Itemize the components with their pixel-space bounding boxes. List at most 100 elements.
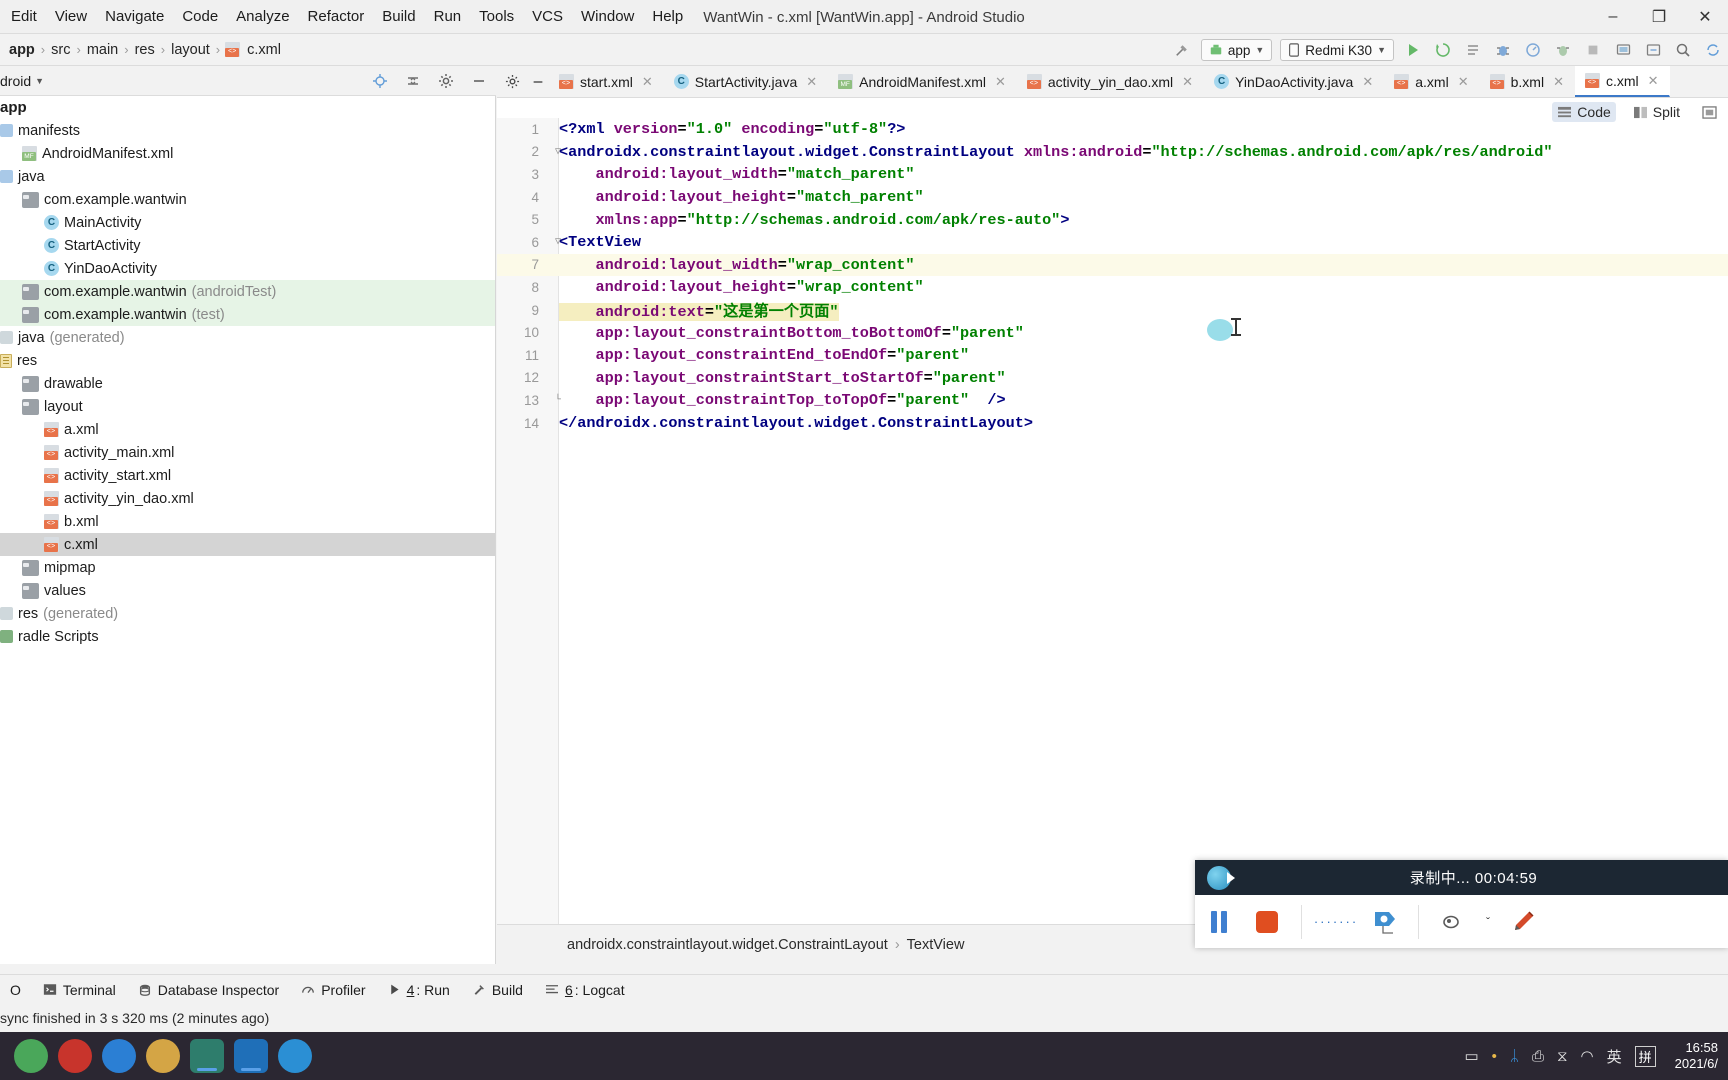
battery-icon[interactable]: ▭	[1464, 1047, 1478, 1065]
stop-button[interactable]	[1243, 895, 1291, 948]
debug-icon[interactable]	[1492, 38, 1514, 62]
breadcrumb-item-layout[interactable]: layout	[166, 42, 215, 58]
maximize-button[interactable]: ❐	[1636, 0, 1682, 34]
profile-icon[interactable]	[1522, 38, 1544, 62]
tree-node-com-example-wantwin[interactable]: com.example.wantwin (test)	[0, 303, 495, 326]
menu-code[interactable]: Code	[173, 5, 227, 28]
tree-node-app[interactable]: app	[0, 96, 495, 119]
tree-node-startactivity[interactable]: C StartActivity	[0, 234, 495, 257]
breadcrumb-item-app[interactable]: app	[4, 42, 40, 58]
avd-manager-icon[interactable]	[1612, 38, 1634, 62]
run-icon[interactable]	[1402, 38, 1424, 62]
editor-breadcrumb-item[interactable]: TextView	[907, 937, 965, 953]
tree-node-radle-scripts[interactable]: radle Scripts	[0, 625, 495, 648]
tree-node-java[interactable]: java	[0, 165, 495, 188]
device-selector[interactable]: Redmi K30 ▼	[1280, 39, 1394, 61]
settings-gear-icon[interactable]	[435, 69, 457, 93]
tool-window-profiler[interactable]: Profiler	[291, 979, 375, 1001]
menu-refactor[interactable]: Refactor	[299, 5, 374, 28]
view-mode-code[interactable]: Code	[1552, 102, 1616, 122]
meeting-app-icon[interactable]	[234, 1039, 268, 1073]
minimize-button[interactable]: –	[1590, 0, 1636, 34]
editor-tab-a-xml[interactable]: a.xml ✕	[1384, 66, 1479, 97]
tree-node-layout[interactable]: layout	[0, 395, 495, 418]
media-app-icon[interactable]	[58, 1039, 92, 1073]
collapse-all-icon[interactable]	[402, 69, 424, 93]
marker-button[interactable]	[1360, 895, 1408, 948]
code-fold-icon[interactable]: └	[552, 395, 564, 406]
breadcrumb-item-main[interactable]: main	[82, 42, 123, 58]
close-tab-icon[interactable]: ✕	[1182, 74, 1193, 90]
tree-node-c-xml[interactable]: c.xml	[0, 533, 495, 556]
editor-tab-activity-yin-dao-xml[interactable]: activity_yin_dao.xml ✕	[1017, 66, 1204, 97]
menu-analyze[interactable]: Analyze	[227, 5, 298, 28]
tool-window-logcat[interactable]: 6: Logcat	[535, 979, 635, 1001]
code-line[interactable]: 7 android:layout_width="wrap_content"	[497, 253, 1728, 277]
close-tab-icon[interactable]: ✕	[1362, 74, 1373, 90]
breadcrumb-item-res[interactable]: res	[130, 42, 160, 58]
editor-tab-startactivity-java[interactable]: C StartActivity.java ✕	[664, 66, 828, 97]
close-tab-icon[interactable]: ✕	[1458, 74, 1469, 90]
menu-build[interactable]: Build	[373, 5, 424, 28]
hammer-icon[interactable]	[1171, 38, 1193, 62]
search-everywhere-icon[interactable]	[1672, 38, 1694, 62]
taskbar-clock[interactable]: 16:58 2021/6/	[1669, 1040, 1718, 1072]
editor-breadcrumb-item[interactable]: androidx.constraintlayout.widget.Constra…	[567, 937, 888, 953]
tree-node-java[interactable]: java (generated)	[0, 326, 495, 349]
tree-node-androidmanifest-xml[interactable]: AndroidManifest.xml	[0, 142, 495, 165]
menu-navigate[interactable]: Navigate	[96, 5, 173, 28]
editor-settings-icon[interactable]	[497, 66, 527, 97]
close-tab-icon[interactable]: ✕	[995, 74, 1006, 90]
locate-file-icon[interactable]	[369, 69, 391, 93]
menu-vcs[interactable]: VCS	[523, 5, 572, 28]
brush-button[interactable]	[1429, 895, 1477, 948]
close-tab-icon[interactable]: ✕	[1553, 74, 1564, 90]
bluetooth-icon[interactable]: ᛦ	[1510, 1048, 1519, 1065]
code-line[interactable]: 3 android:layout_width="match_parent"	[497, 163, 1728, 186]
editor-tab-start-xml[interactable]: start.xml ✕	[549, 66, 664, 97]
sdk-manager-icon[interactable]	[1642, 38, 1664, 62]
tree-node-yindaoactivity[interactable]: C YinDaoActivity	[0, 257, 495, 280]
code-line[interactable]: 13 └ app:layout_constraintTop_toTopOf="pa…	[497, 389, 1728, 412]
tree-node-com-example-wantwin[interactable]: com.example.wantwin (androidTest)	[0, 280, 495, 303]
view-mode-design[interactable]	[1697, 104, 1722, 121]
usb-icon[interactable]: ⎙	[1532, 1048, 1544, 1065]
rerun-icon[interactable]	[1432, 38, 1454, 62]
tree-node-values[interactable]: values	[0, 579, 495, 602]
tree-node-drawable[interactable]: drawable	[0, 372, 495, 395]
menu-view[interactable]: View	[46, 5, 96, 28]
menu-tools[interactable]: Tools	[470, 5, 523, 28]
tree-node-res[interactable]: res	[0, 349, 495, 372]
tool-window-terminal[interactable]: Terminal	[33, 979, 126, 1001]
stop-icon[interactable]	[1582, 38, 1604, 62]
close-tab-icon[interactable]: ✕	[806, 74, 817, 90]
code-line[interactable]: 2 ▽ <androidx.constraintlayout.widget.Cons…	[497, 141, 1728, 164]
chrome-app-icon[interactable]	[14, 1039, 48, 1073]
tree-node-activity-start-xml[interactable]: activity_start.xml	[0, 464, 495, 487]
tool-window-build[interactable]: Build	[462, 979, 533, 1001]
wifi-icon[interactable]: ◠	[1581, 1047, 1594, 1065]
tree-node-activity-yin-dao-xml[interactable]: activity_yin_dao.xml	[0, 487, 495, 510]
ime-lang-icon[interactable]: 英	[1607, 1046, 1622, 1067]
tree-node-a-xml[interactable]: a.xml	[0, 418, 495, 441]
code-line[interactable]: 6 ▽ <TextView	[497, 231, 1728, 254]
view-mode-split[interactable]: Split	[1628, 102, 1685, 122]
android-studio-app-icon[interactable]	[190, 1039, 224, 1073]
project-tree[interactable]: app manifests AndroidManifest.xml java com.e…	[0, 96, 496, 964]
screen-recorder-widget[interactable]: 录制中... 00:04:59 ······· ˇ	[1195, 860, 1728, 948]
code-fold-icon[interactable]: ▽	[552, 146, 564, 158]
editor-tab-b-xml[interactable]: b.xml ✕	[1480, 66, 1575, 97]
editor-tab-yindaoactivity-java[interactable]: C YinDaoActivity.java ✕	[1204, 66, 1384, 97]
menu-help[interactable]: Help	[643, 5, 692, 28]
code-line[interactable]: 9 android:text="这是第一个页面"	[497, 299, 1728, 322]
editor-tab-androidmanifest-xml[interactable]: AndroidManifest.xml ✕	[828, 66, 1017, 97]
edge-app-icon[interactable]	[102, 1039, 136, 1073]
code-line[interactable]: 12 app:layout_constraintStart_toStartOf=…	[497, 367, 1728, 390]
run-configuration-selector[interactable]: app ▼	[1200, 39, 1273, 61]
code-line[interactable]: 11 app:layout_constraintEnd_toEndOf="par…	[497, 344, 1728, 367]
close-tab-icon[interactable]: ✕	[1648, 73, 1659, 89]
close-tab-icon[interactable]: ✕	[642, 74, 653, 90]
menu-window[interactable]: Window	[572, 5, 643, 28]
attach-debugger-icon[interactable]	[1552, 38, 1574, 62]
tree-node-res[interactable]: res (generated)	[0, 602, 495, 625]
